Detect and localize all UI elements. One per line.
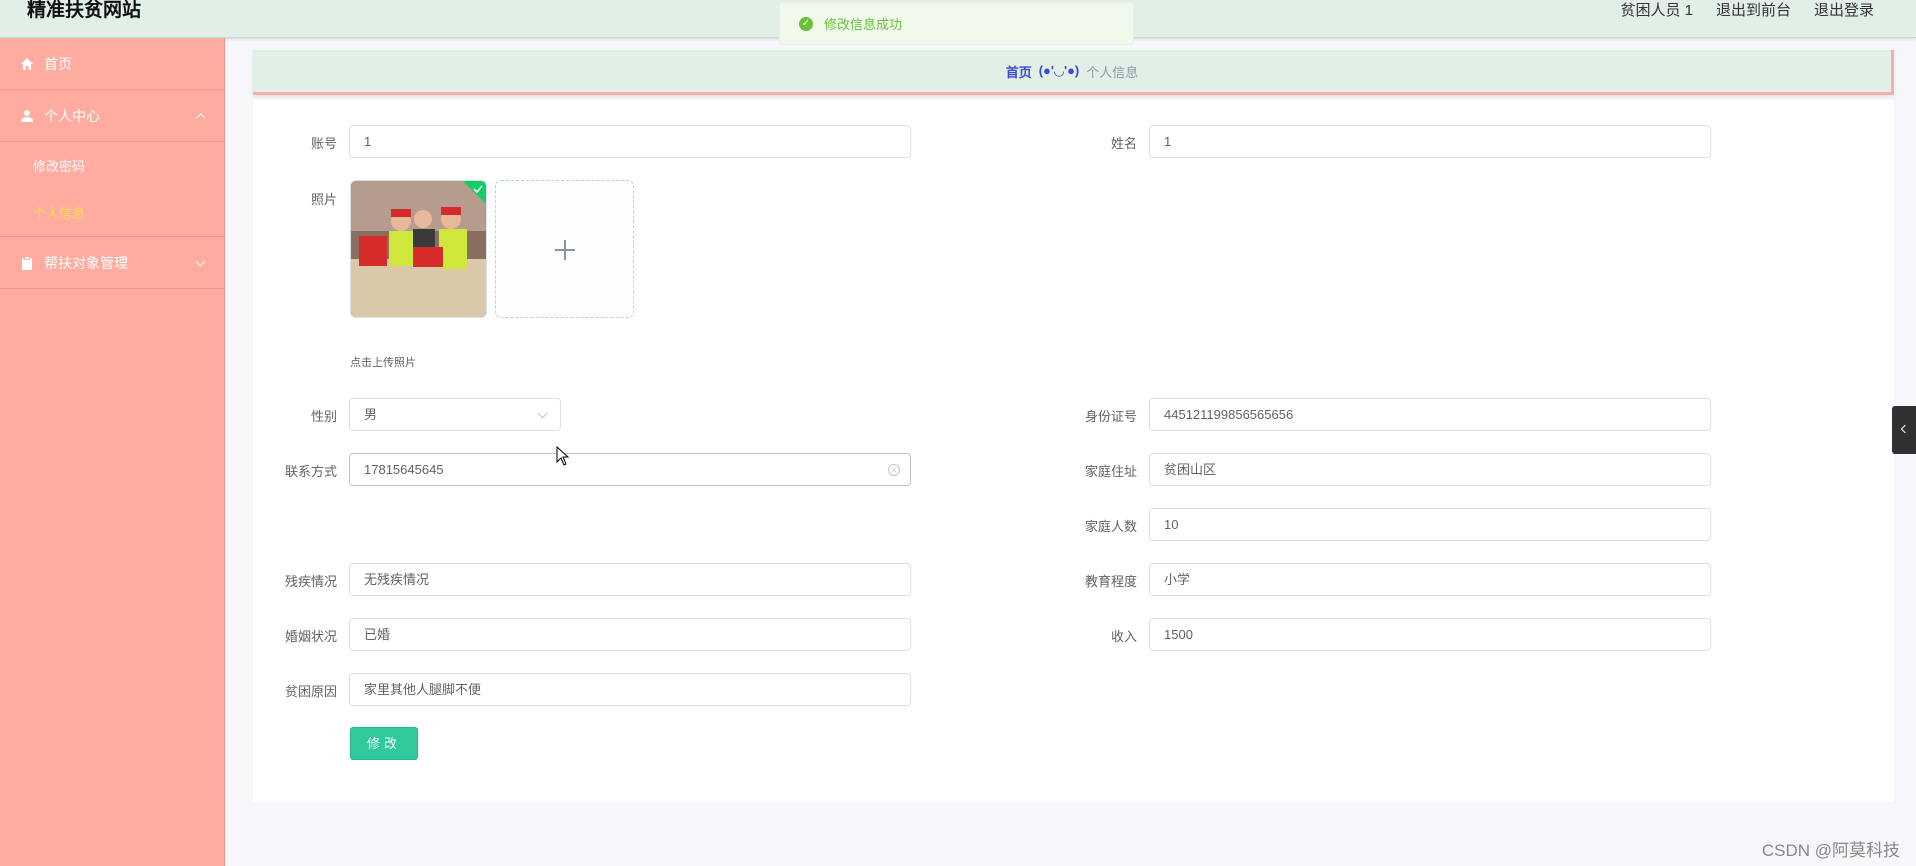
- user-icon: [21, 109, 33, 122]
- breadcrumb-home[interactable]: 首页: [1006, 62, 1032, 81]
- sidebar-item-personal-center[interactable]: 个人中心: [0, 90, 224, 142]
- top-links: 贫困人员 1 退出到前台 退出登录: [1620, 0, 1874, 22]
- contact-value: 17815645645: [364, 462, 444, 477]
- chevron-up-icon: [195, 112, 206, 123]
- photo-image: [351, 181, 486, 317]
- contact-label: 联系方式: [284, 464, 337, 479]
- panel-toggle-button[interactable]: [1892, 406, 1916, 454]
- family-size-input[interactable]: 10: [1149, 508, 1711, 541]
- family-size-label: 家庭人数: [1084, 519, 1137, 534]
- sidebar-item-home[interactable]: 首页: [0, 38, 224, 90]
- chevron-down-icon: [195, 256, 206, 267]
- marriage-input[interactable]: 已婚: [349, 618, 911, 651]
- logout-link[interactable]: 退出登录: [1814, 0, 1874, 22]
- address-input[interactable]: 贫困山区: [1149, 453, 1711, 486]
- upload-tip: 点击上传照片: [350, 357, 416, 369]
- account-label: 账号: [310, 136, 337, 151]
- success-check-icon: ✓: [799, 16, 813, 31]
- income-input[interactable]: 1500: [1149, 618, 1711, 651]
- photo-upload-button[interactable]: [495, 180, 634, 318]
- chevron-down-icon: [537, 408, 548, 419]
- name-input[interactable]: 1: [1149, 125, 1711, 158]
- marriage-label: 婚姻状况: [284, 629, 337, 644]
- gender-label: 性别: [310, 409, 337, 424]
- address-label: 家庭住址: [1084, 464, 1137, 479]
- disability-input[interactable]: 无残疾情况: [349, 563, 911, 596]
- sidebar-item-change-password[interactable]: 修改密码: [0, 142, 224, 189]
- sidebar: 首页 个人中心 修改密码 个人信息 帮扶对象管理: [0, 38, 225, 866]
- back-to-front-link[interactable]: 退出到前台: [1716, 0, 1791, 22]
- home-icon: [21, 57, 33, 70]
- sidebar-item-label: 个人中心: [44, 107, 100, 124]
- poverty-reason-label: 贫困原因: [284, 684, 337, 699]
- clipboard-icon: [22, 255, 32, 270]
- clear-icon[interactable]: ×: [888, 464, 900, 476]
- plus-icon-vertical: [564, 240, 566, 260]
- gender-select[interactable]: 男: [349, 398, 561, 431]
- contact-input[interactable]: 17815645645 ×: [349, 453, 911, 486]
- sidebar-item-label: 帮扶对象管理: [44, 254, 128, 271]
- success-toast: ✓ 修改信息成功: [779, 2, 1134, 45]
- sidebar-item-label: 首页: [44, 55, 72, 72]
- name-label: 姓名: [1110, 136, 1137, 151]
- uploaded-photo[interactable]: [350, 180, 487, 318]
- mouse-cursor-icon: [556, 446, 570, 466]
- breadcrumb-separator: (●'◡'●): [1038, 63, 1080, 78]
- watermark: CSDN @阿莫科技: [1761, 841, 1900, 860]
- id-input[interactable]: 445121199856565656: [1149, 398, 1711, 431]
- sidebar-item-personal-info[interactable]: 个人信息: [0, 189, 224, 236]
- poverty-reason-input[interactable]: 家里其他人腿脚不便: [349, 673, 911, 706]
- breadcrumb-current: 个人信息: [1086, 64, 1139, 80]
- personal-center-submenu: 修改密码 个人信息: [0, 142, 224, 237]
- disability-label: 残疾情况: [284, 574, 337, 589]
- gender-value: 男: [364, 407, 378, 422]
- education-input[interactable]: 小学: [1149, 563, 1711, 596]
- breadcrumb: 首页 (●'◡'●) 个人信息: [253, 50, 1894, 95]
- education-label: 教育程度: [1084, 574, 1137, 589]
- site-brand: 精准扶贫网站: [27, 0, 142, 21]
- id-label: 身份证号: [1084, 409, 1137, 424]
- current-user-label: 贫困人员 1: [1620, 2, 1693, 19]
- toast-message: 修改信息成功: [824, 17, 903, 32]
- sidebar-item-object-management[interactable]: 帮扶对象管理: [0, 237, 224, 289]
- photo-label: 照片: [310, 192, 337, 207]
- chevron-left-icon: [1900, 424, 1910, 434]
- account-input[interactable]: 1: [349, 125, 911, 158]
- income-label: 收入: [1110, 629, 1137, 644]
- submit-button[interactable]: 修改: [350, 727, 418, 760]
